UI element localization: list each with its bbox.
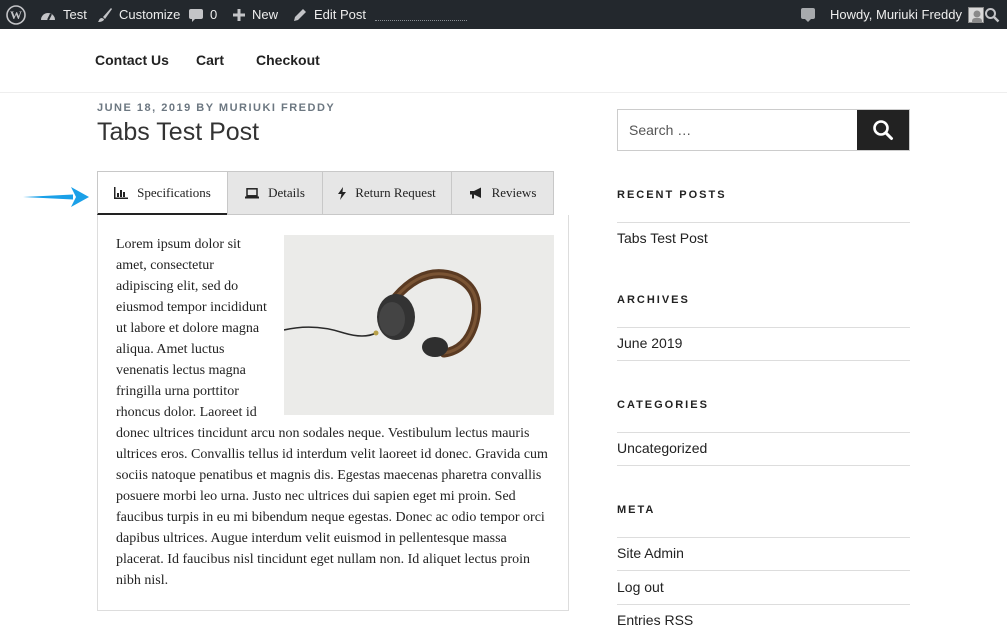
customize-label: Customize <box>119 7 181 22</box>
howdy-label: Howdy, Muriuki Freddy <box>830 7 962 22</box>
tab-label: Reviews <box>491 185 537 200</box>
divider <box>617 432 910 433</box>
search-icon <box>873 120 893 140</box>
avatar <box>967 6 984 23</box>
dashboard-gauge-icon <box>41 12 55 20</box>
nav-item-cart[interactable]: Cart <box>196 52 224 68</box>
tab-label: Specifications <box>137 184 211 200</box>
search-input[interactable]: Search … <box>617 109 910 151</box>
bar-chart-icon <box>114 186 129 199</box>
nav-item-checkout[interactable]: Checkout <box>256 52 320 68</box>
paintbrush-icon <box>98 7 112 22</box>
tab-label: Return Request <box>355 185 436 200</box>
page-title: Tabs Test Post <box>97 118 260 146</box>
new-content-link[interactable]: New <box>232 0 278 29</box>
wordpress-logo-icon[interactable]: W <box>6 0 26 29</box>
new-label: New <box>252 7 279 22</box>
tab-specifications[interactable]: Specifications <box>97 171 228 215</box>
admin-bar: W Test Customize 0 New Edit Post Howdy, … <box>0 0 1007 29</box>
meta-link-site-admin[interactable]: Site Admin <box>617 545 684 561</box>
widget-title-recent-posts: Recent Posts <box>617 189 727 201</box>
site-name-label: Test <box>63 7 87 22</box>
customize-link[interactable]: Customize <box>97 0 180 29</box>
laptop-icon <box>245 187 260 199</box>
meta-link-log-out[interactable]: Log out <box>617 579 664 595</box>
search-placeholder: Search … <box>629 122 692 138</box>
comments-count: 0 <box>210 7 218 22</box>
notification-icon[interactable] <box>800 0 816 29</box>
divider <box>617 570 910 571</box>
divider <box>617 222 910 223</box>
divider <box>617 327 910 328</box>
site-navigation: Contact Us Cart Checkout <box>0 29 1007 93</box>
divider <box>617 465 910 466</box>
headphones-image <box>283 235 554 415</box>
archive-link[interactable]: June 2019 <box>617 335 682 351</box>
admin-search-icon[interactable] <box>984 0 1000 29</box>
tab-panel-specifications: Lorem ipsum dolor sit amet, consectetur … <box>97 215 569 611</box>
tab-reviews[interactable]: Reviews <box>451 171 554 215</box>
divider <box>617 604 910 605</box>
bolt-icon <box>338 186 347 200</box>
meta-link-entries-rss[interactable]: Entries RSS <box>617 612 693 625</box>
admin-bar-divider <box>375 20 467 21</box>
recent-post-link[interactable]: Tabs Test Post <box>617 230 708 246</box>
divider <box>617 537 910 538</box>
widget-title-meta: Meta <box>617 504 656 516</box>
site-name-link[interactable]: Test <box>39 0 87 29</box>
search-button[interactable] <box>857 110 909 150</box>
megaphone-icon <box>469 187 483 199</box>
category-link[interactable]: Uncategorized <box>617 440 707 456</box>
comments-link[interactable]: 0 <box>188 0 217 29</box>
widget-title-archives: Archives <box>617 294 690 306</box>
tab-return-request[interactable]: Return Request <box>322 171 452 215</box>
divider <box>617 360 910 361</box>
tab-label: Details <box>268 185 305 200</box>
widget-title-categories: Categories <box>617 399 709 411</box>
svg-text:W: W <box>10 8 22 22</box>
user-account-menu[interactable]: Howdy, Muriuki Freddy <box>830 0 984 29</box>
tab-details[interactable]: Details <box>227 171 323 215</box>
edit-post-label: Edit Post <box>314 7 367 22</box>
plus-icon <box>233 8 245 21</box>
nav-item-contact-us[interactable]: Contact Us <box>95 52 169 68</box>
pencil-icon <box>294 8 306 21</box>
comment-bubble-icon <box>189 8 203 22</box>
edit-post-link[interactable]: Edit Post <box>292 0 366 29</box>
tab-content: Lorem ipsum dolor sit amet, consectetur … <box>116 234 556 591</box>
post-meta: June 18, 2019 by Muriuki Freddy <box>97 102 336 114</box>
arrow-pointer-icon <box>23 187 89 207</box>
